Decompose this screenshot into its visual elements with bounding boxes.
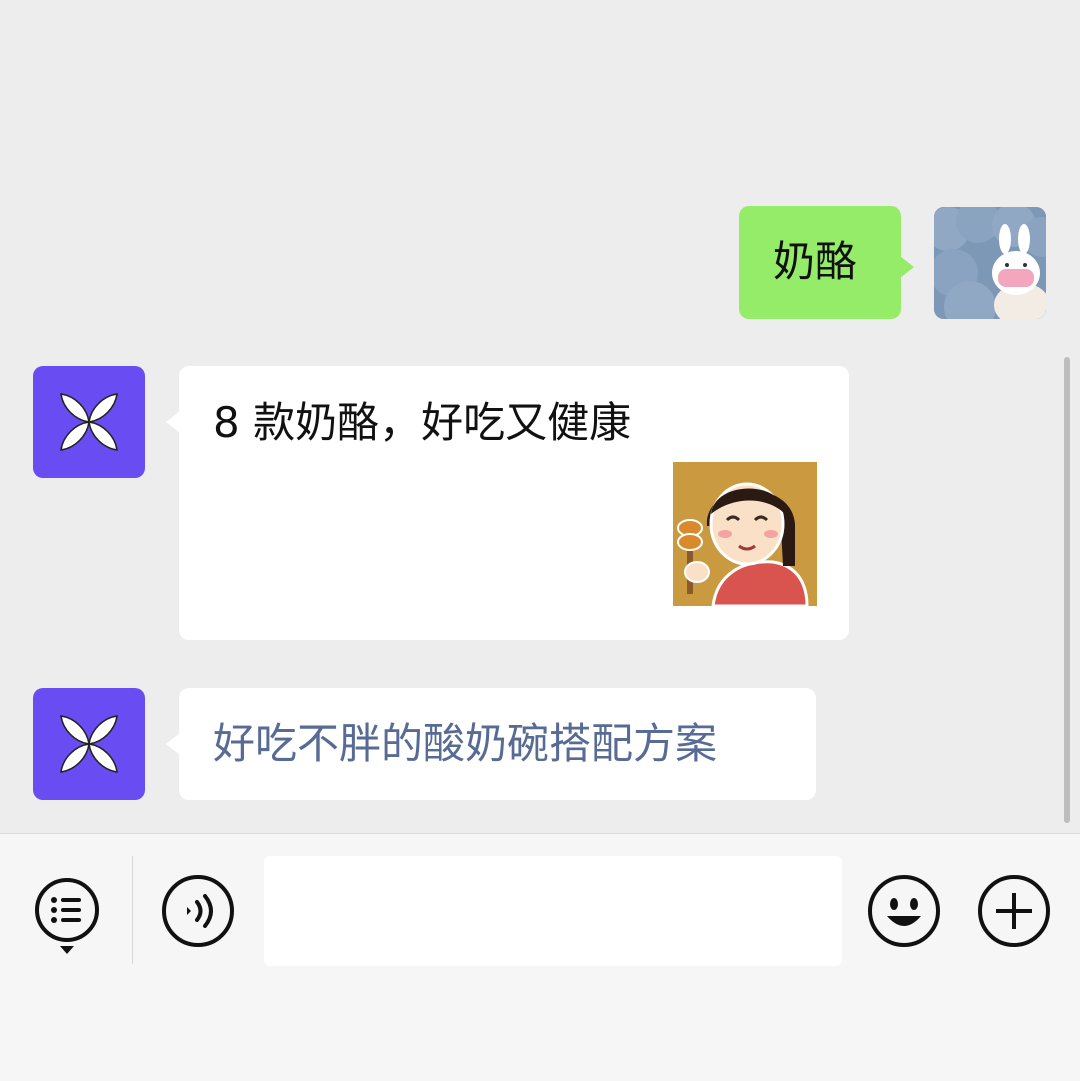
input-bar: [0, 833, 1080, 1081]
white-petal-logo-icon: [60, 715, 118, 773]
bot-avatar[interactable]: [33, 366, 145, 478]
voice-button[interactable]: [161, 874, 235, 948]
girl-eating-sticker-image: [673, 462, 817, 606]
girl-eating-sticker[interactable]: [673, 462, 817, 606]
menu-button[interactable]: [32, 876, 102, 956]
bubble-tail: [900, 256, 914, 278]
user-message-text: 奶酪: [773, 237, 858, 286]
chat-history: 奶酪 8 款奶酪，好吃又健康 好吃不胖的酸奶碗搭配方案: [0, 0, 1080, 833]
bot-avatar[interactable]: [33, 688, 145, 800]
rabbit-mask-avatar: [934, 207, 1046, 319]
bot-message-bubble[interactable]: 8 款奶酪，好吃又健康: [166, 366, 849, 640]
bubble-tail: [166, 411, 180, 433]
emoji-icon: [868, 875, 940, 947]
bot-link-text[interactable]: 好吃不胖的酸奶碗搭配方案: [213, 719, 717, 769]
user-message-bubble[interactable]: 奶酪: [739, 206, 914, 319]
message-input[interactable]: [264, 856, 842, 966]
emoji-button[interactable]: [867, 874, 941, 948]
bot-message-text: 8 款奶酪，好吃又健康: [213, 398, 632, 447]
menu-list-icon: [35, 878, 99, 954]
scrollbar[interactable]: [1064, 357, 1070, 823]
white-petal-logo-icon: [60, 393, 118, 451]
add-icon: [978, 875, 1050, 947]
user-avatar[interactable]: [934, 207, 1046, 319]
voice-icon: [162, 875, 234, 947]
bubble-tail: [166, 733, 180, 755]
input-bar-divider: [132, 856, 133, 964]
add-button[interactable]: [977, 874, 1051, 948]
bot-link-bubble[interactable]: 好吃不胖的酸奶碗搭配方案: [166, 688, 816, 800]
